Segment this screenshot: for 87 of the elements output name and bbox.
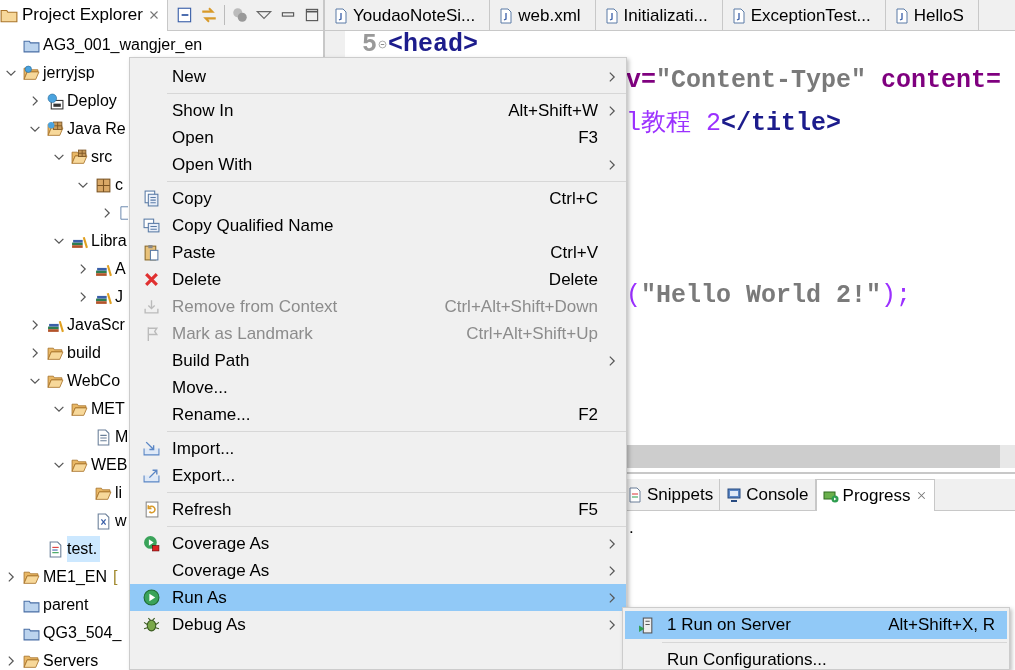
- menu-item[interactable]: New: [130, 63, 626, 90]
- menu-item[interactable]: Build Path: [130, 347, 626, 374]
- import-icon: [142, 440, 160, 457]
- package-icon: [95, 176, 112, 194]
- menu-item[interactable]: Import...: [130, 435, 626, 462]
- code-text: (: [626, 280, 641, 312]
- globe-box-icon: [47, 92, 64, 110]
- document-icon: [603, 7, 620, 24]
- document-icon: [95, 512, 112, 530]
- document-icon: [333, 7, 349, 24]
- code-tag: </title>: [721, 102, 842, 145]
- menu-item[interactable]: Coverage As: [130, 557, 626, 584]
- document-icon: [730, 7, 747, 24]
- tree-item[interactable]: src: [91, 144, 116, 170]
- tree-item[interactable]: Deploy: [67, 88, 120, 114]
- copy-icon: [142, 190, 160, 207]
- fold-icon[interactable]: [377, 39, 388, 50]
- tree-item[interactable]: test.: [67, 536, 101, 562]
- server-icon: [637, 616, 655, 634]
- tree-item[interactable]: WebCo: [67, 368, 124, 394]
- coverage-icon: [142, 535, 160, 552]
- tree-item-decoration: [: [113, 567, 118, 587]
- menu-item[interactable]: Open F3: [130, 124, 626, 151]
- code-text: l教程 2: [626, 108, 721, 140]
- menu-item[interactable]: Run Configurations...: [625, 646, 1007, 669]
- tray-arrow-icon: [142, 298, 160, 315]
- document-icon: [893, 7, 910, 24]
- package-folder-icon: [71, 148, 88, 166]
- tree-item[interactable]: c: [115, 172, 126, 198]
- collapse-icon[interactable]: [175, 6, 194, 24]
- clipboard-icon: [142, 244, 160, 261]
- tree-item[interactable]: Servers: [43, 648, 102, 670]
- panel-tab[interactable]: Console: [720, 479, 816, 511]
- menu-item[interactable]: Paste Ctrl+V: [130, 239, 626, 266]
- tree-item[interactable]: parent: [43, 592, 92, 618]
- code-tag: <head>: [388, 31, 478, 58]
- menu-item[interactable]: Open With: [130, 151, 626, 178]
- globe-folder-icon: [23, 64, 40, 82]
- tree-item[interactable]: li: [115, 480, 126, 506]
- console-text: .: [629, 518, 634, 537]
- line-number: 5: [361, 31, 377, 58]
- code-text: );: [881, 280, 912, 312]
- menu-item[interactable]: Move...: [130, 374, 626, 401]
- editor-tab[interactable]: HelloS: [885, 0, 979, 30]
- document-icon: [47, 540, 64, 558]
- play-icon: [142, 589, 160, 606]
- menu-item[interactable]: Copy Qualified Name: [130, 212, 626, 239]
- document-icon: [498, 7, 515, 24]
- tree-item[interactable]: J: [115, 284, 126, 310]
- tree-item[interactable]: Java Re: [67, 116, 129, 142]
- document-icon: [95, 428, 112, 446]
- document-icon: [627, 487, 643, 503]
- code-string: "Content-Type": [656, 65, 867, 97]
- menu-item[interactable]: Debug As: [130, 611, 626, 638]
- copy-icon: [142, 217, 160, 234]
- menu-item[interactable]: Run As: [130, 584, 626, 611]
- code-attribute: v=: [626, 65, 656, 97]
- menu-item[interactable]: Show In Alt+Shift+W: [130, 97, 626, 124]
- menu-item[interactable]: Rename... F2: [130, 401, 626, 428]
- tree-item[interactable]: ME1_EN: [43, 564, 111, 590]
- monitor-icon: [726, 487, 743, 503]
- tree-item[interactable]: MET: [91, 396, 128, 422]
- tree-item[interactable]: A: [115, 256, 129, 282]
- tree-item[interactable]: AG3_001_wangjer_en: [43, 32, 206, 58]
- code-attribute: content=: [880, 65, 1002, 97]
- menu-item[interactable]: Copy Ctrl+C: [130, 185, 626, 212]
- export-icon: [142, 467, 160, 484]
- delete-icon: [142, 271, 160, 288]
- tree-item[interactable]: build: [67, 340, 104, 366]
- tree-item[interactable]: QG3_504_: [43, 620, 125, 646]
- menu-item[interactable]: Coverage As: [130, 530, 626, 557]
- tree-item[interactable]: WEB: [91, 452, 131, 478]
- panel-tab[interactable]: Progress: [815, 479, 935, 511]
- menu-item[interactable]: Delete Delete: [130, 266, 626, 293]
- tree-item[interactable]: jerryjsp: [43, 60, 98, 86]
- tree-item[interactable]: JavaScr: [67, 312, 128, 338]
- tree-item[interactable]: M: [115, 424, 132, 450]
- package-folder-icon: [47, 120, 64, 138]
- bug-icon: [142, 616, 160, 633]
- editor-tab[interactable]: YoudaoNoteSi...: [325, 0, 491, 30]
- menu-item[interactable]: 1 Run on Server Alt+Shift+X, R: [625, 611, 1007, 639]
- editor-tab[interactable]: web.xml: [490, 0, 596, 30]
- tree-item[interactable]: w: [115, 508, 130, 534]
- editor-tab[interactable]: ExceptionTest...: [722, 0, 886, 30]
- tree-item[interactable]: Libra: [91, 228, 130, 254]
- editor-tab[interactable]: Initializati...: [595, 0, 723, 30]
- code-string: "Hello World 2!": [641, 280, 882, 312]
